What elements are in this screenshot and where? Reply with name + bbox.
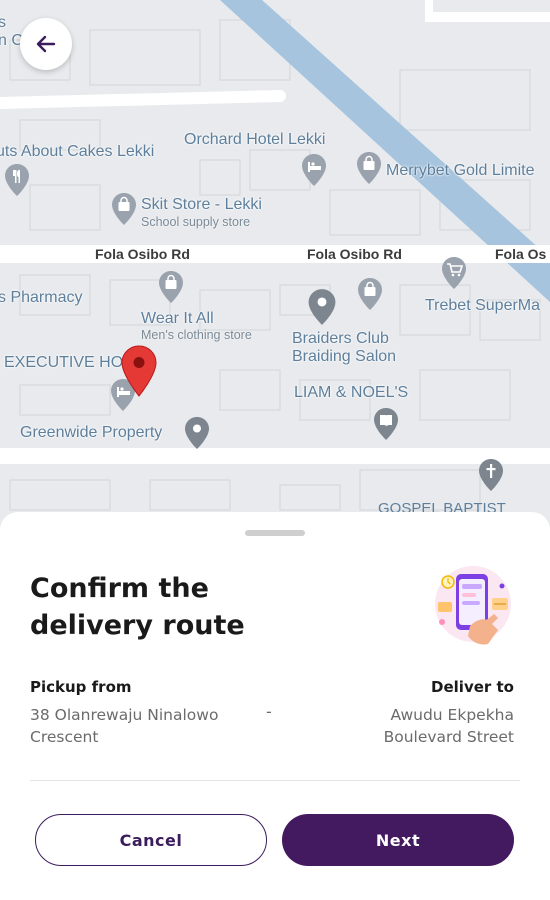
drag-handle[interactable] xyxy=(245,530,305,536)
pickup-label: Pickup from xyxy=(30,678,132,696)
route-separator: - xyxy=(266,702,272,721)
map-label-merrybet: Merrybet Gold Limite xyxy=(386,162,535,179)
map-label-executive: EXECUTIVE HO xyxy=(4,354,124,371)
arrow-left-icon xyxy=(36,35,56,53)
map-label-braiders: Braiders Club xyxy=(292,330,389,347)
next-button[interactable]: Next xyxy=(282,814,514,866)
church-pin-icon[interactable] xyxy=(478,458,504,492)
route-bottom-sheet: Confirm the delivery route Pickup from D… xyxy=(0,512,550,900)
map-label-liam: LIAM & NOEL'S xyxy=(294,384,409,401)
road-label: Fola Os xyxy=(495,246,547,262)
back-button[interactable] xyxy=(20,18,72,70)
map-label-braiders: Braiding Salon xyxy=(292,348,397,365)
shopping-pin-icon[interactable] xyxy=(357,277,383,311)
deliver-label: Deliver to xyxy=(431,678,514,696)
map-label-pharmacy: s Pharmacy xyxy=(0,289,83,306)
shopping-pin-icon[interactable] xyxy=(356,151,382,185)
map-label-wear-sub: Men's clothing store xyxy=(141,328,252,342)
map-base xyxy=(0,0,550,511)
delivery-address: Awudu Ekpekha Boulevard Street xyxy=(383,706,514,746)
shopping-pin-icon[interactable] xyxy=(111,192,137,226)
place-pin-icon[interactable] xyxy=(184,416,210,450)
hotel-pin-icon[interactable] xyxy=(301,153,327,187)
map-view[interactable]: s n C uts About Cakes Lekki Orchard Hote… xyxy=(0,0,550,560)
shopping-pin-icon[interactable] xyxy=(158,270,184,304)
map-label-trebet: Trebet SuperMa xyxy=(425,297,541,314)
map-label-wear: Wear It All xyxy=(141,310,214,327)
map-label-orchard: Orchard Hotel Lekki xyxy=(184,131,326,148)
pickup-address: 38 Olanrewaju Ninalowo Crescent xyxy=(30,706,219,746)
map-label-partial: s xyxy=(0,14,6,31)
cancel-button[interactable]: Cancel xyxy=(35,814,267,866)
map-label-skit-sub: School supply store xyxy=(141,215,251,229)
location-pin-icon[interactable] xyxy=(121,345,157,397)
phone-delivery-illustration xyxy=(435,566,511,645)
page-title: Confirm the delivery route xyxy=(30,573,245,641)
divider xyxy=(30,780,520,781)
restaurant-pin-icon[interactable] xyxy=(4,163,30,197)
map-label-greenwide: Greenwide Property xyxy=(20,424,163,441)
place-pin-icon[interactable] xyxy=(307,288,337,326)
cart-pin-icon[interactable] xyxy=(441,256,467,290)
map-label-skit: Skit Store - Lekki xyxy=(141,196,262,213)
book-pin-icon[interactable] xyxy=(373,407,399,441)
road-label: Fola Osibo Rd xyxy=(95,246,190,262)
map-label-cakes: uts About Cakes Lekki xyxy=(0,143,155,160)
road-label: Fola Osibo Rd xyxy=(307,246,402,262)
